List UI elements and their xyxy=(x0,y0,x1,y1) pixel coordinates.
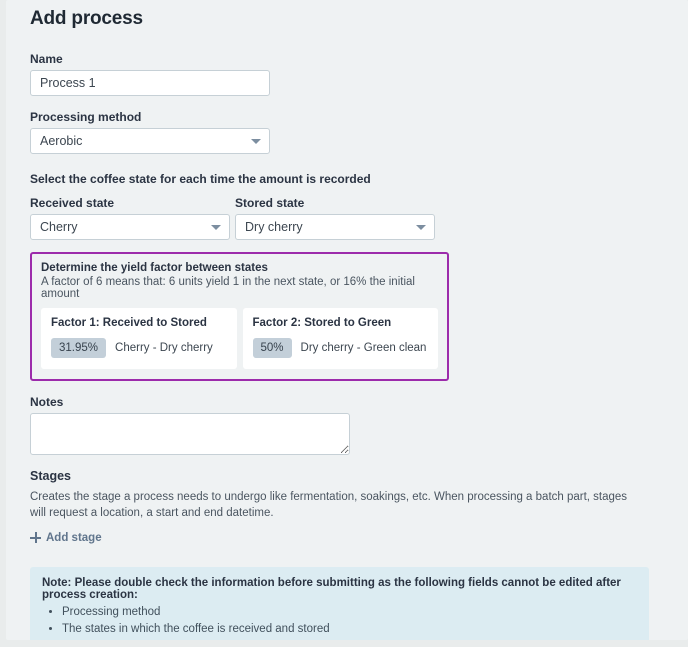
received-state-group: Received state Cherry xyxy=(30,196,230,240)
factor-card: Factor 1: Received to Stored 31.95% Cher… xyxy=(41,308,237,369)
factor-card: Factor 2: Stored to Green 50% Dry cherry… xyxy=(242,308,438,369)
processing-method-group: Processing method Aerobic xyxy=(30,110,664,154)
states-instruction: Select the coffee state for each time th… xyxy=(30,172,371,186)
processing-method-value: Aerobic xyxy=(30,128,270,154)
received-state-label: Received state xyxy=(30,196,115,210)
dialog-body: Add process Name Processing method Aerob… xyxy=(6,0,688,640)
factor-title: Factor 2: Stored to Green xyxy=(252,317,392,329)
list-item: Processing method xyxy=(62,604,637,621)
stored-state-value: Dry cherry xyxy=(235,214,435,240)
processing-method-label: Processing method xyxy=(30,110,142,124)
info-note-list: Processing method The states in which th… xyxy=(42,604,637,639)
plus-icon xyxy=(30,532,41,544)
states-row: Received state Cherry Stored state Dry c… xyxy=(30,196,664,240)
stored-state-label: Stored state xyxy=(235,196,305,210)
factor-states-label: Dry cherry - Green clean xyxy=(300,342,427,354)
name-input[interactable] xyxy=(30,70,270,96)
factor-row: 31.95% Cherry - Dry cherry xyxy=(51,338,227,358)
factor-states-label: Cherry - Dry cherry xyxy=(115,342,213,354)
factor-percent-badge[interactable]: 50% xyxy=(252,338,292,358)
notes-label: Notes xyxy=(30,395,64,409)
info-note-box: Note: Please double check the informatio… xyxy=(30,567,649,640)
factor-title: Factor 1: Received to Stored xyxy=(51,317,207,329)
info-note-heading: Note: Please double check the informatio… xyxy=(42,577,621,602)
name-label: Name xyxy=(30,52,63,66)
notes-textarea[interactable] xyxy=(30,413,350,455)
received-state-value: Cherry xyxy=(30,214,230,240)
stages-title: Stages xyxy=(30,469,71,483)
factor-percent-badge[interactable]: 31.95% xyxy=(51,338,107,358)
processing-method-select[interactable]: Aerobic xyxy=(30,128,270,154)
add-process-dialog: Add process Name Processing method Aerob… xyxy=(6,0,688,640)
yield-panel-title: Determine the yield factor between state… xyxy=(41,262,268,274)
stored-state-select[interactable]: Dry cherry xyxy=(235,214,435,240)
yield-factor-panel: Determine the yield factor between state… xyxy=(30,252,449,381)
received-state-select[interactable]: Cherry xyxy=(30,214,230,240)
factor-row: 50% Dry cherry - Green clean xyxy=(252,338,429,358)
name-field-group: Name xyxy=(30,52,664,96)
add-stage-label: Add stage xyxy=(46,531,102,544)
factor-cards: Factor 1: Received to Stored 31.95% Cher… xyxy=(41,308,438,369)
stages-description: Creates the stage a process needs to und… xyxy=(30,491,628,519)
notes-group: Notes xyxy=(30,395,664,455)
yield-panel-subtitle: A factor of 6 means that: 6 units yield … xyxy=(41,276,415,300)
page-title: Add process xyxy=(30,8,143,29)
stored-state-group: Stored state Dry cherry xyxy=(235,196,435,240)
stages-section: Stages Creates the stage a process needs… xyxy=(30,469,664,548)
list-item: The states in which the coffee is receiv… xyxy=(62,621,637,638)
add-stage-button[interactable]: Add stage xyxy=(30,532,102,544)
